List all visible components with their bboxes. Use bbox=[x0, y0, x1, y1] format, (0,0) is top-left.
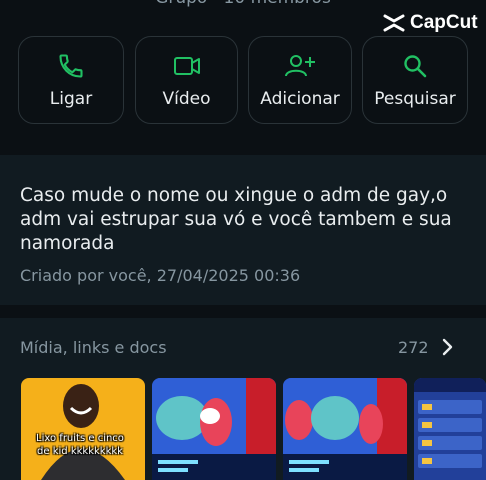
capcut-watermark: CapCut bbox=[382, 12, 486, 34]
call-label: Ligar bbox=[49, 89, 93, 109]
media-thumbnail[interactable] bbox=[21, 378, 145, 480]
add-participant-button[interactable]: Adicionar bbox=[248, 36, 352, 124]
game-screenshot bbox=[283, 378, 407, 480]
created-by-text: Criado por você, 27/04/2025 00:36 bbox=[20, 266, 301, 285]
group-subtitle: Grupo · 10 membros bbox=[0, 0, 486, 8]
search-label: Pesquisar bbox=[374, 89, 456, 109]
search-icon bbox=[402, 51, 428, 81]
video-icon bbox=[172, 51, 202, 81]
add-person-icon bbox=[284, 51, 316, 81]
media-title[interactable]: Mídia, links e docs bbox=[20, 338, 167, 357]
media-count[interactable]: 272 bbox=[398, 338, 429, 357]
game-screenshot bbox=[152, 378, 276, 480]
chevron-right-icon[interactable] bbox=[440, 337, 454, 357]
call-button[interactable]: Ligar bbox=[18, 36, 124, 124]
add-participant-label: Adicionar bbox=[260, 89, 340, 109]
video-label: Vídeo bbox=[162, 89, 211, 109]
person-photo bbox=[41, 384, 125, 480]
phone-icon bbox=[57, 51, 85, 81]
group-description: Caso mude o nome ou xingue o adm de gay,… bbox=[20, 185, 452, 254]
video-button[interactable]: Vídeo bbox=[135, 36, 238, 124]
capcut-label: CapCut bbox=[410, 12, 478, 33]
search-button[interactable]: Pesquisar bbox=[362, 36, 468, 124]
media-thumbnail[interactable] bbox=[414, 378, 486, 480]
thumbnail-caption: Lixo fruits e cinco de kid kkkkkkkkk bbox=[36, 433, 124, 457]
media-thumbnail[interactable] bbox=[283, 378, 407, 480]
game-screenshot bbox=[414, 378, 486, 480]
capcut-logo-icon bbox=[383, 14, 405, 32]
media-thumbnail[interactable] bbox=[152, 378, 276, 480]
